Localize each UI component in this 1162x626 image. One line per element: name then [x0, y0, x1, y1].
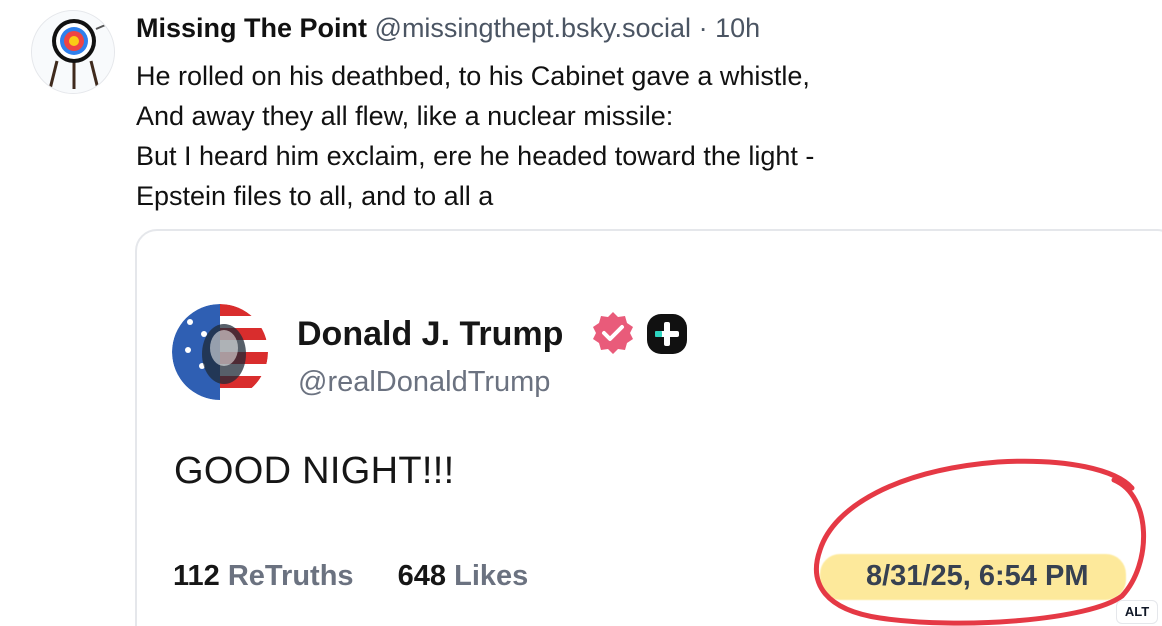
likes-label: Likes [454, 560, 529, 592]
embedded-stats: 112 ReTruths 648 Likes [173, 560, 528, 593]
verified-badge-icon [593, 312, 633, 354]
target-archery-icon [32, 11, 114, 93]
red-circle-annotation [814, 458, 1147, 626]
post-body: He rolled on his deathbed, to his Cabine… [136, 56, 1016, 216]
trump-avatar [172, 304, 268, 400]
post-line: And away they all flew, like a nuclear m… [136, 101, 674, 131]
retruths-label: ReTruths [227, 560, 354, 592]
embedded-post-text: GOOD NIGHT!!! [174, 450, 455, 492]
alt-text-badge[interactable]: ALT [1116, 600, 1158, 624]
embedded-author-handle: @realDonaldTrump [298, 366, 551, 398]
post-header: Missing The Point @missingthept.bsky.soc… [136, 13, 760, 43]
post-line: He rolled on his deathbed, to his Cabine… [136, 61, 810, 91]
header-separator: · [698, 13, 708, 43]
post-line: But I heard him exclaim, ere he headed t… [136, 141, 815, 171]
embedded-author-name: Donald J. Trump [297, 315, 564, 353]
bluesky-post-view: Missing The Point @missingthept.bsky.soc… [0, 0, 1162, 626]
author-avatar[interactable] [31, 10, 115, 94]
plus-badge-icon [647, 314, 687, 354]
post-time[interactable]: 10h [715, 13, 760, 43]
author-name[interactable]: Missing The Point [136, 13, 367, 43]
post-line: Epstein files to all, and to all a [136, 181, 494, 211]
retruths-count: 112 [173, 560, 220, 592]
likes-count: 648 [397, 560, 447, 592]
flag-portrait-icon [172, 304, 268, 400]
author-handle[interactable]: @missingthept.bsky.social [375, 13, 692, 43]
